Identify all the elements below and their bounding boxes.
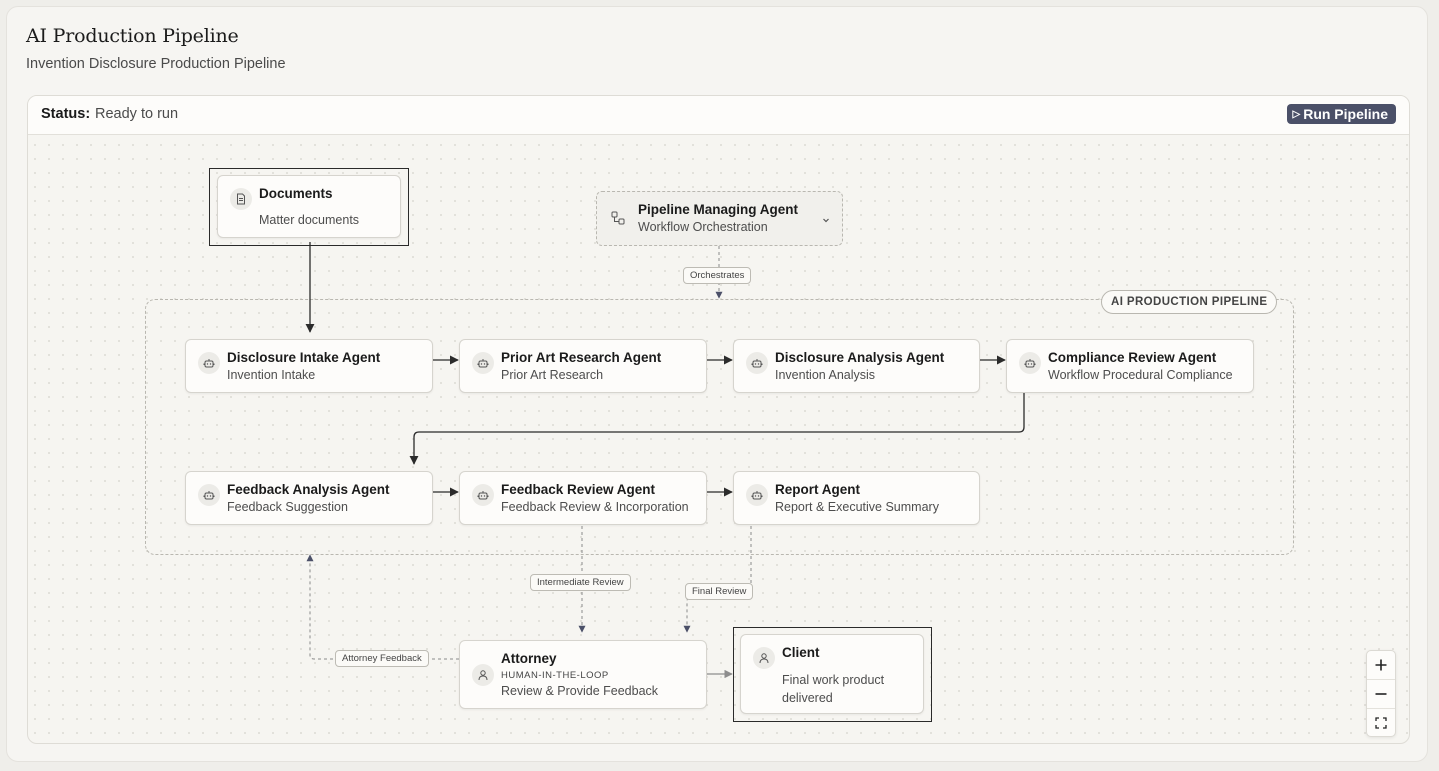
node-documents[interactable]: Documents Matter documents [217,175,401,238]
edge-label-orchestrates: Orchestrates [683,267,752,284]
edge-label-intermediate-review: Intermediate Review [530,574,631,591]
node-title: Feedback Review Agent [501,482,656,497]
node-subtitle: Prior Art Research [501,368,604,382]
zoom-controls [1366,650,1396,737]
node-pipeline-manager[interactable]: Pipeline Managing Agent Workflow Orchest… [596,191,843,246]
node-title: Disclosure Intake Agent [227,350,381,365]
run-pipeline-label: Run Pipeline [1303,106,1388,122]
edge-compliance-feedbackanalysis [409,388,1025,465]
robot-icon [472,352,494,374]
node-compliance-review-agent[interactable]: Compliance Review Agent Workflow Procedu… [1006,339,1254,393]
group-label-badge: AI PRODUCTION PIPELINE [1101,290,1278,314]
zoom-out-button[interactable] [1367,679,1395,707]
node-subtitle: Feedback Suggestion [227,500,348,514]
edge-final-review [683,520,752,633]
node-title: Disclosure Analysis Agent [775,350,945,365]
chevron-down-icon[interactable] [821,212,831,230]
play-icon: ▷ [1292,109,1301,120]
page-subtitle: Invention Disclosure Production Pipeline [26,56,286,72]
node-attorney[interactable]: Attorney HUMAN-IN-THE-LOOP Review & Prov… [459,640,707,709]
status-bar: Status: Ready to run ▷ Run Pipeline [28,96,1409,135]
node-subtitle: Final work product delivered [782,673,885,705]
human-in-the-loop-tag: HUMAN-IN-THE-LOOP [501,670,609,681]
page-title: AI Production Pipeline [26,25,239,47]
edge-label-attorney-feedback: Attorney Feedback [335,650,429,667]
edge-attorney-feedback [306,554,459,660]
edge-label-final-review: Final Review [685,583,754,600]
zoom-in-button[interactable] [1367,651,1395,679]
node-disclosure-analysis-agent[interactable]: Disclosure Analysis Agent Invention Anal… [733,339,980,393]
robot-icon [198,352,220,374]
robot-icon [198,484,220,506]
node-feedback-review-agent[interactable]: Feedback Review Agent Feedback Review & … [459,471,707,525]
node-title: Feedback Analysis Agent [227,482,390,497]
node-prior-art-research-agent[interactable]: Prior Art Research Agent Prior Art Resea… [459,339,707,393]
workflow-icon [611,211,625,230]
status-value: Ready to run [95,106,179,122]
node-subtitle: Workflow Orchestration [638,220,768,234]
node-subtitle: Invention Intake [227,368,316,382]
node-title: Client [782,645,820,660]
robot-icon [472,484,494,506]
user-icon [753,647,775,669]
fit-view-icon [1375,716,1387,729]
pipeline-canvas-panel: AI PRODUCTION PIPELINE Documents Matter … [27,95,1410,744]
node-subtitle: Workflow Procedural Compliance [1048,368,1233,382]
node-title: Attorney [501,651,557,666]
user-icon [472,664,494,686]
document-icon [230,188,252,210]
node-subtitle: Review & Provide Feedback [501,684,659,698]
node-subtitle: Report & Executive Summary [775,500,939,514]
node-title: Report Agent [775,482,860,497]
robot-icon [746,352,768,374]
node-title: Compliance Review Agent [1048,350,1217,365]
flow-canvas[interactable]: AI PRODUCTION PIPELINE Documents Matter … [28,96,1409,743]
run-pipeline-button[interactable]: ▷ Run Pipeline [1286,104,1396,124]
node-subtitle: Feedback Review & Incorporation [501,500,689,514]
page-container: AI Production Pipeline Invention Disclos… [6,6,1428,762]
node-title: Pipeline Managing Agent [638,202,799,217]
status-label: Status: [41,106,91,122]
node-subtitle: Matter documents [259,213,360,227]
fit-view-button[interactable] [1367,708,1395,736]
minus-icon [1375,692,1387,695]
node-client[interactable]: Client Final work product delivered [740,634,924,714]
node-feedback-analysis-agent[interactable]: Feedback Analysis Agent Feedback Suggest… [185,471,433,525]
node-title: Documents [259,186,333,201]
robot-icon [1019,352,1041,374]
node-subtitle: Invention Analysis [775,368,876,382]
node-title: Prior Art Research Agent [501,350,662,365]
plus-icon [1375,659,1387,671]
robot-icon [746,484,768,506]
node-disclosure-intake-agent[interactable]: Disclosure Intake Agent Invention Intake [185,339,433,393]
node-report-agent[interactable]: Report Agent Report & Executive Summary [733,471,980,525]
